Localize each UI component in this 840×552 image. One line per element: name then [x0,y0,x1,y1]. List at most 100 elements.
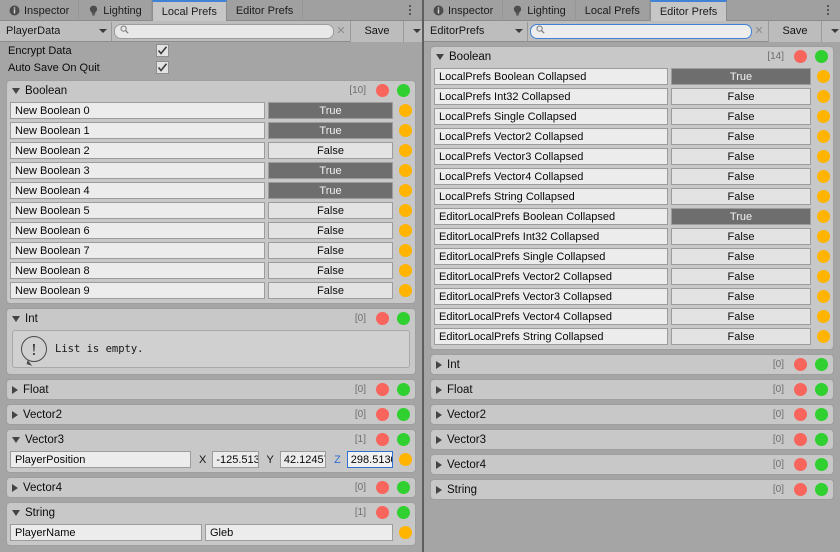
red-dot-button[interactable] [376,481,389,494]
entry-amber-dot-button[interactable] [399,224,412,237]
entry-bool-toggle[interactable]: False [671,328,811,345]
toggle-row[interactable]: Auto Save On Quit [0,59,422,76]
tab-local-prefs[interactable]: Local Prefs [151,0,227,21]
tab-local-prefs[interactable]: Local Prefs [576,0,650,21]
red-dot-button[interactable] [376,433,389,446]
axis-input-z[interactable]: 298.5130 [346,451,393,468]
entry-key-input[interactable]: EditorLocalPrefs Vector4 Collapsed [434,308,668,325]
entry-key-input[interactable]: PlayerName [10,524,202,541]
entry-bool-toggle[interactable]: True [268,122,393,139]
green-dot-button[interactable] [397,84,410,97]
red-dot-button[interactable] [376,408,389,421]
red-dot-button[interactable] [376,506,389,519]
entry-amber-dot-button[interactable] [817,230,830,243]
entry-amber-dot-button[interactable] [817,130,830,143]
kebab-menu-icon[interactable] [820,0,836,20]
clear-x-icon[interactable]: ✕ [752,24,766,39]
entry-key-input[interactable]: New Boolean 6 [10,222,265,239]
entry-amber-dot-button[interactable] [817,150,830,163]
entry-bool-toggle[interactable]: False [671,308,811,325]
entry-bool-toggle[interactable]: False [268,242,393,259]
green-dot-button[interactable] [397,433,410,446]
tab-editor-prefs[interactable]: Editor Prefs [227,0,304,21]
red-dot-button[interactable] [794,433,807,446]
red-dot-button[interactable] [376,312,389,325]
entry-key-input[interactable]: LocalPrefs Vector3 Collapsed [434,148,668,165]
entry-bool-toggle[interactable]: False [268,282,393,299]
entry-bool-toggle[interactable]: False [671,148,811,165]
entry-amber-dot-button[interactable] [399,264,412,277]
entry-amber-dot-button[interactable] [399,164,412,177]
tab-lighting[interactable]: Lighting [503,0,576,21]
entry-amber-dot-button[interactable] [399,184,412,197]
section-header-string[interactable]: String [0] [431,480,833,499]
entry-amber-dot-button[interactable] [817,90,830,103]
chevron-down-icon[interactable] [12,509,20,516]
entry-key-input[interactable]: LocalPrefs Single Collapsed [434,108,668,125]
entry-key-input[interactable]: EditorLocalPrefs Vector2 Collapsed [434,268,668,285]
save-dropdown-button[interactable] [404,20,422,42]
entry-key-input[interactable]: New Boolean 2 [10,142,265,159]
section-header-vector4[interactable]: Vector4 [0] [431,455,833,474]
section-header-vector3[interactable]: Vector3 [1] [7,430,415,449]
entry-key-input[interactable]: LocalPrefs Vector4 Collapsed [434,168,668,185]
entry-amber-dot-button[interactable] [817,250,830,263]
red-dot-button[interactable] [794,483,807,496]
entry-amber-dot-button[interactable] [817,210,830,223]
entry-key-input[interactable]: EditorLocalPrefs Vector3 Collapsed [434,288,668,305]
green-dot-button[interactable] [815,458,828,471]
green-dot-button[interactable] [815,433,828,446]
chevron-right-icon[interactable] [436,385,442,394]
chevron-down-icon[interactable] [436,53,444,60]
section-header-float[interactable]: Float [0] [431,380,833,399]
section-header-int[interactable]: Int [0] [7,309,415,328]
entry-amber-dot-button[interactable] [817,190,830,203]
entry-key-input[interactable]: PlayerPosition [10,451,191,468]
entry-bool-toggle[interactable]: False [268,202,393,219]
green-dot-button[interactable] [397,506,410,519]
tab-editor-prefs[interactable]: Editor Prefs [649,0,728,21]
section-header-boolean[interactable]: Boolean [14] [431,47,833,66]
tab-inspector[interactable]: Inspector [424,0,504,21]
toggle-row[interactable]: Encrypt Data [0,42,422,59]
green-dot-button[interactable] [815,408,828,421]
entry-bool-toggle[interactable]: True [268,182,393,199]
red-dot-button[interactable] [794,383,807,396]
green-dot-button[interactable] [815,483,828,496]
green-dot-button[interactable] [397,408,410,421]
entry-bool-toggle[interactable]: False [671,88,811,105]
tab-lighting[interactable]: Lighting [79,0,152,21]
entry-key-input[interactable]: EditorLocalPrefs String Collapsed [434,328,668,345]
entry-amber-dot-button[interactable] [399,204,412,217]
entry-bool-toggle[interactable]: False [671,168,811,185]
entry-bool-toggle[interactable]: True [671,68,811,85]
entry-bool-toggle[interactable]: True [268,102,393,119]
search-input[interactable] [530,23,752,39]
chevron-right-icon[interactable] [436,410,442,419]
entry-amber-dot-button[interactable] [817,70,830,83]
chevron-down-icon[interactable] [12,436,20,443]
axis-input-y[interactable]: 42.12457 [279,451,327,468]
entry-key-input[interactable]: New Boolean 3 [10,162,265,179]
entry-key-input[interactable]: New Boolean 0 [10,102,265,119]
target-dropdown[interactable]: EditorPrefs [424,21,528,41]
entry-key-input[interactable]: LocalPrefs String Collapsed [434,188,668,205]
entry-bool-toggle[interactable]: False [671,228,811,245]
entry-bool-toggle[interactable]: False [671,288,811,305]
entry-amber-dot-button[interactable] [817,270,830,283]
section-header-float[interactable]: Float [0] [7,380,415,399]
entry-amber-dot-button[interactable] [399,124,412,137]
entry-key-input[interactable]: EditorLocalPrefs Boolean Collapsed [434,208,668,225]
entry-key-input[interactable]: New Boolean 8 [10,262,265,279]
entry-amber-dot-button[interactable] [399,144,412,157]
entry-bool-toggle[interactable]: False [671,108,811,125]
entry-amber-dot-button[interactable] [817,330,830,343]
green-dot-button[interactable] [815,358,828,371]
chevron-right-icon[interactable] [12,483,18,492]
entry-bool-toggle[interactable]: False [671,188,811,205]
entry-bool-toggle[interactable]: False [671,268,811,285]
entry-key-input[interactable]: EditorLocalPrefs Int32 Collapsed [434,228,668,245]
red-dot-button[interactable] [794,358,807,371]
save-button[interactable]: Save [350,20,404,42]
chevron-right-icon[interactable] [436,460,442,469]
